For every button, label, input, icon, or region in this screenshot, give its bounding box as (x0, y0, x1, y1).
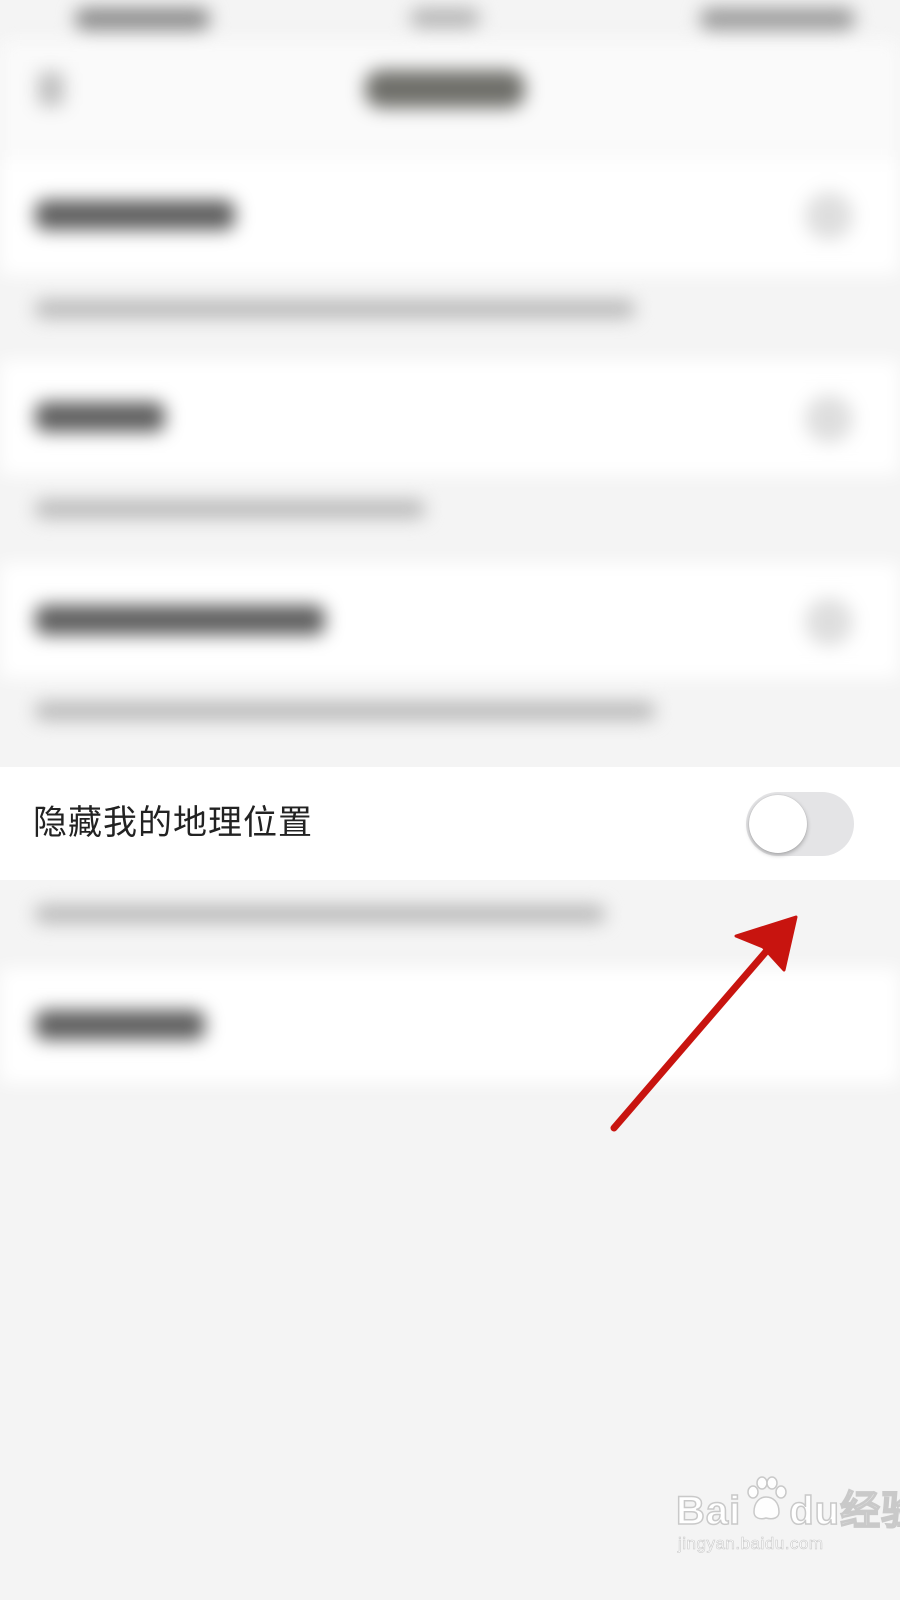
settings-screen: 隐藏我的地理位置 Bai du经验 jingyan.baidu.com (0, 0, 900, 1600)
hide-location-toggle[interactable] (746, 792, 854, 856)
setting-label-blurred-3 (35, 605, 325, 635)
hide-location-setting-row[interactable]: 隐藏我的地理位置 (0, 767, 900, 880)
page-title-blurred (365, 70, 525, 108)
arrow-shaft (610, 936, 780, 1132)
watermark-brand-suffix: 经验 (839, 1488, 900, 1534)
setting-row-blurred-5[interactable] (0, 968, 900, 1083)
setting-description-blurred-2 (35, 500, 425, 518)
setting-row-blurred-2[interactable] (0, 360, 900, 475)
status-bar-left-blurred (75, 8, 210, 30)
baidu-jingyan-watermark: Bai du经验 jingyan.baidu.com (675, 1476, 900, 1588)
setting-label-blurred-1 (35, 200, 235, 230)
setting-description-blurred-4 (35, 905, 605, 923)
status-bar-right-blurred (700, 8, 855, 30)
status-bar-center-blurred (410, 8, 480, 28)
watermark-brand-du: du (789, 1488, 841, 1534)
setting-row-blurred-1[interactable] (0, 160, 900, 275)
watermark-url: jingyan.baidu.com (678, 1534, 824, 1554)
setting-description-blurred-3 (35, 702, 655, 720)
watermark-brand-bai: Bai (675, 1488, 742, 1534)
setting-description-blurred-1 (35, 300, 635, 318)
setting-label-blurred-2 (35, 402, 165, 432)
navigation-bar-blurred (0, 40, 900, 160)
back-arrow-icon[interactable] (38, 72, 64, 106)
setting-toggle-blurred-3[interactable] (805, 598, 853, 646)
toggle-knob (749, 795, 807, 853)
setting-label-blurred-5 (35, 1010, 205, 1040)
baidu-paw-icon (747, 1476, 787, 1520)
setting-toggle-blurred-1[interactable] (805, 192, 853, 240)
setting-toggle-blurred-2[interactable] (805, 395, 853, 443)
hide-location-label: 隐藏我的地理位置 (33, 803, 313, 843)
watermark-brand: Bai du经验 (675, 1478, 900, 1536)
setting-row-blurred-3[interactable] (0, 563, 900, 678)
arrow-head (734, 915, 798, 972)
